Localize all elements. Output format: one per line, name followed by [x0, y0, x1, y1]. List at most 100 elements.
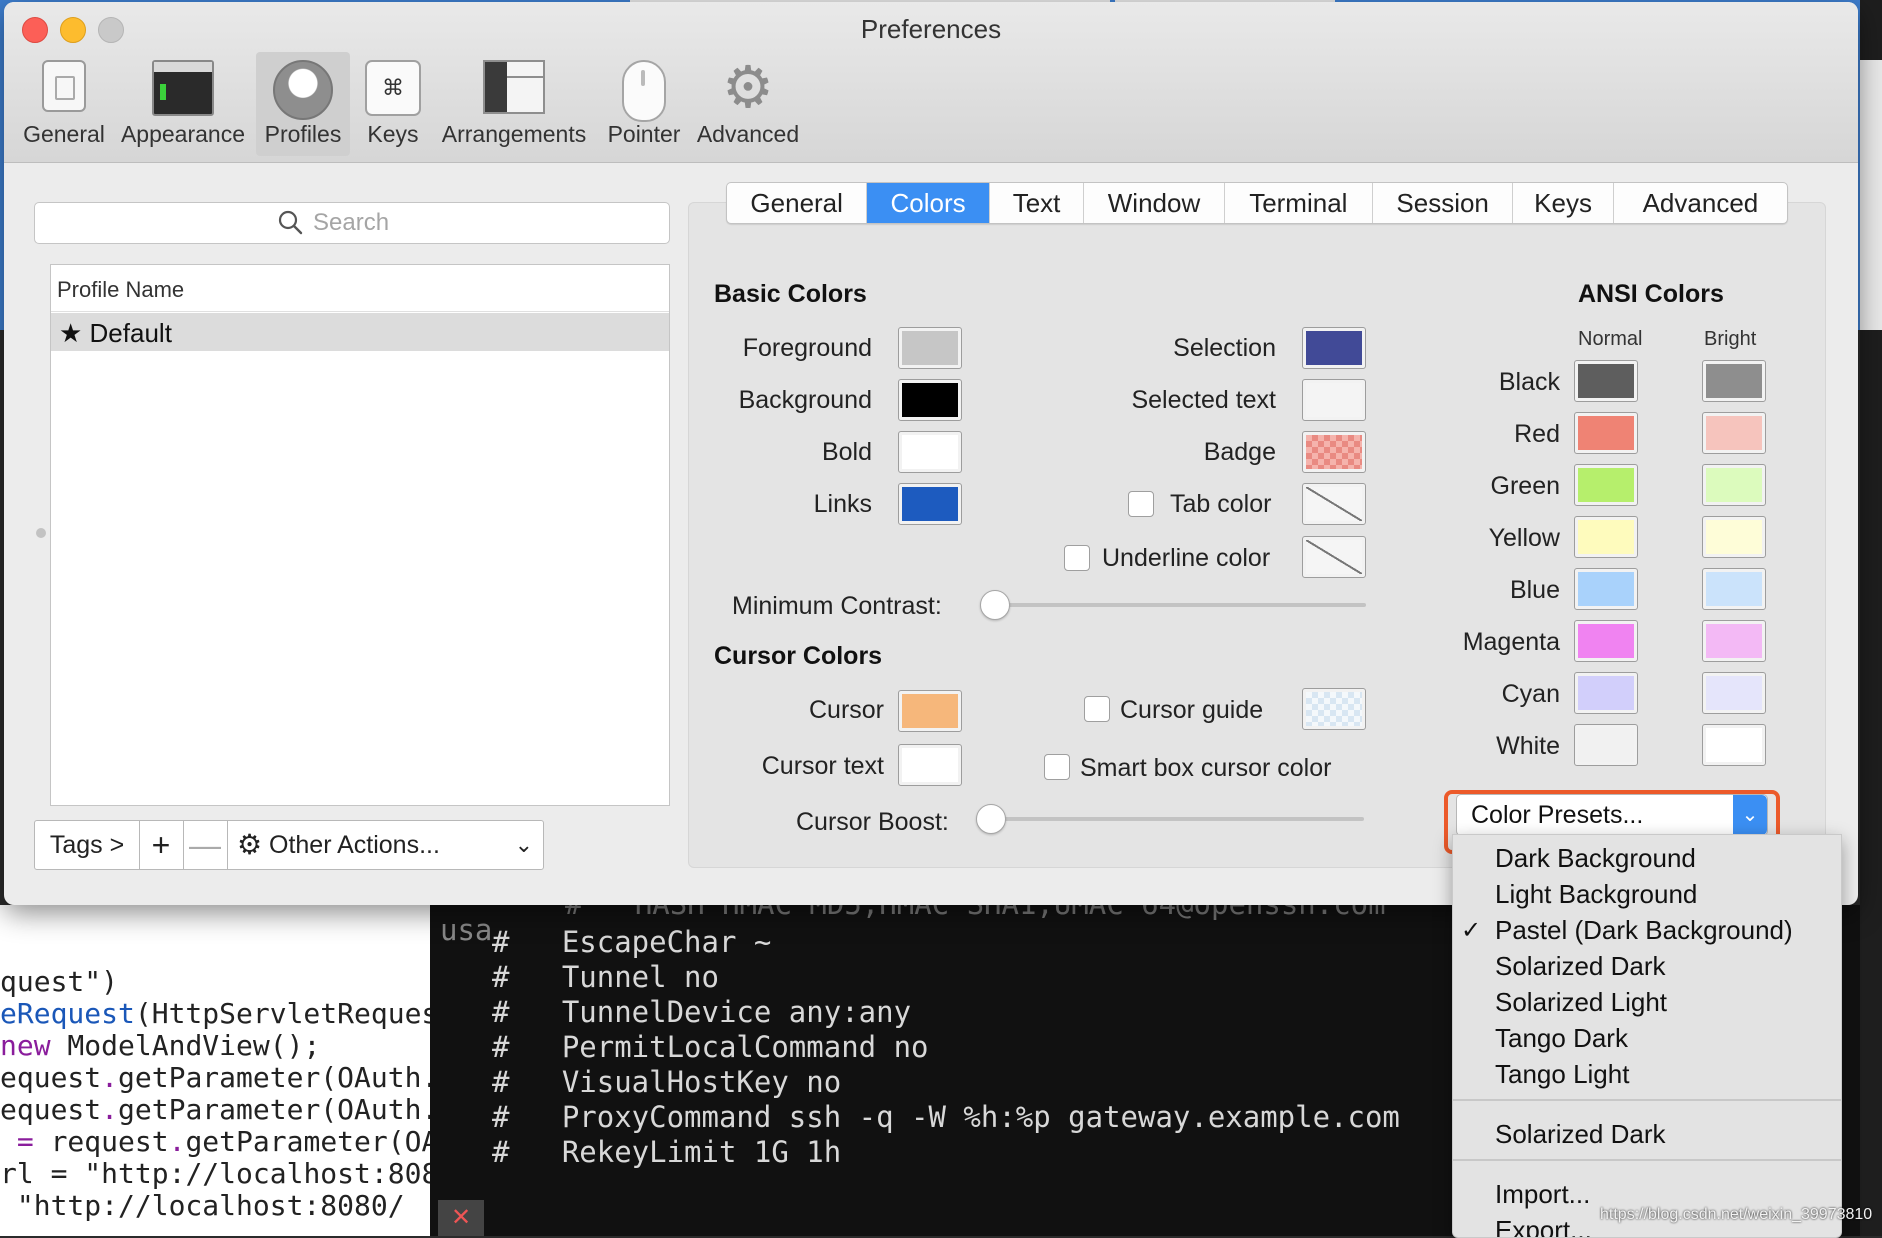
- tab-colors[interactable]: Colors: [867, 183, 990, 223]
- toolbar-pointer[interactable]: Pointer: [600, 52, 688, 156]
- profile-row[interactable]: ★ Default: [51, 313, 669, 351]
- selected-text-color-well[interactable]: [1302, 379, 1366, 421]
- underline-color-checkbox[interactable]: [1064, 545, 1090, 571]
- toolbar-keys[interactable]: ⌘ Keys: [358, 52, 428, 156]
- ansi-red-bright-well[interactable]: [1702, 412, 1766, 454]
- toolbar-label: Advanced: [696, 121, 800, 147]
- tab-keys[interactable]: Keys: [1513, 183, 1614, 223]
- tab-session[interactable]: Session: [1373, 183, 1514, 223]
- code-token: "http://localhost:8080/: [0, 1189, 405, 1222]
- code-token: getParameter(OAu: [185, 1125, 430, 1158]
- bold-color-well[interactable]: [898, 431, 962, 473]
- tab-advanced[interactable]: Advanced: [1614, 183, 1787, 223]
- other-actions-dropdown[interactable]: ⚙ Other Actions... ⌄: [227, 821, 543, 869]
- tab-text[interactable]: Text: [990, 183, 1085, 223]
- toolbar-advanced[interactable]: ⚙ Advanced: [692, 52, 804, 156]
- profiles-icon: [273, 60, 333, 120]
- code-line: = request.getParameter(OAu: [0, 1125, 430, 1158]
- ansi-blue-normal-well[interactable]: [1574, 568, 1638, 610]
- tab-window[interactable]: Window: [1084, 183, 1225, 223]
- ansi-yellow-bright-well[interactable]: [1702, 516, 1766, 558]
- cursor-text-color-well[interactable]: [898, 744, 962, 786]
- code-line: equest.getParameter(OAuth.C: [0, 1093, 430, 1126]
- preset-menu-item[interactable]: Solarized Dark: [1495, 1119, 1666, 1150]
- ansi-black-normal-well[interactable]: [1574, 360, 1638, 402]
- ansi-red-normal-well[interactable]: [1574, 412, 1638, 454]
- links-label: Links: [813, 490, 872, 518]
- toolbar-arrangements[interactable]: Arrangements: [434, 52, 594, 156]
- toolbar-profiles[interactable]: Profiles: [256, 52, 350, 156]
- tags-button[interactable]: Tags >: [35, 821, 140, 869]
- ansi-cyan-bright-well[interactable]: [1702, 672, 1766, 714]
- toolbar-general[interactable]: General: [18, 52, 110, 156]
- smart-box-cursor-checkbox[interactable]: [1044, 754, 1070, 780]
- code-token: "http://localhost:8080: [84, 1157, 430, 1190]
- tab-general[interactable]: General: [727, 183, 868, 223]
- links-color-well[interactable]: [898, 483, 962, 525]
- ansi-white-label: White: [1496, 732, 1560, 760]
- ansi-yellow-normal-well[interactable]: [1574, 516, 1638, 558]
- ansi-green-label: Green: [1490, 472, 1560, 500]
- add-profile-button[interactable]: +: [139, 821, 184, 869]
- close-icon[interactable]: ✕: [438, 1200, 484, 1236]
- cursor-color-well[interactable]: [898, 690, 962, 732]
- terminal-line: # RekeyLimit 1G 1h: [492, 1135, 842, 1169]
- profile-search-field[interactable]: [34, 202, 670, 244]
- terminal-line: # PermitLocalCommand no: [492, 1030, 929, 1064]
- tab-color-well[interactable]: [1302, 483, 1366, 525]
- tab-color-checkbox[interactable]: [1128, 491, 1154, 517]
- underline-color-well[interactable]: [1302, 536, 1366, 578]
- toolbar-appearance[interactable]: Appearance: [116, 52, 250, 156]
- split-handle[interactable]: [36, 528, 46, 538]
- ansi-magenta-normal-well[interactable]: [1574, 620, 1638, 662]
- search-icon: [278, 210, 303, 235]
- badge-color-well[interactable]: [1302, 431, 1366, 473]
- search-input[interactable]: [311, 207, 615, 239]
- ansi-magenta-bright-well[interactable]: [1702, 620, 1766, 662]
- ansi-black-bright-well[interactable]: [1702, 360, 1766, 402]
- code-token: ModelAndView();: [50, 1029, 321, 1062]
- selection-color-well[interactable]: [1302, 327, 1366, 369]
- ansi-green-normal-well[interactable]: [1574, 464, 1638, 506]
- preset-menu-item[interactable]: Light Background: [1495, 879, 1697, 910]
- terminal-line: # VisualHostKey no: [492, 1065, 842, 1099]
- cursor-guide-color-well[interactable]: [1302, 688, 1366, 730]
- code-token: equest: [0, 1093, 102, 1126]
- ansi-green-bright-well[interactable]: [1702, 464, 1766, 506]
- ansi-cyan-normal-well[interactable]: [1574, 672, 1638, 714]
- code-token: .: [101, 1061, 119, 1094]
- preset-menu-item[interactable]: Dark Background: [1495, 843, 1696, 874]
- cursor-boost-label: Cursor Boost:: [796, 808, 949, 836]
- remove-profile-button[interactable]: —: [183, 821, 228, 869]
- menu-separator: [1453, 1099, 1841, 1101]
- ansi-blue-bright-well[interactable]: [1702, 568, 1766, 610]
- preset-menu-item[interactable]: Solarized Light: [1495, 987, 1667, 1018]
- ansi-yellow-label: Yellow: [1488, 524, 1560, 552]
- terminal-line: # EscapeChar ~: [492, 925, 772, 959]
- preset-menu-item[interactable]: Pastel (Dark Background): [1495, 915, 1793, 946]
- profile-name-header[interactable]: Profile Name: [51, 265, 669, 312]
- preset-menu-item[interactable]: Tango Light: [1495, 1059, 1629, 1090]
- cursor-boost-knob[interactable]: [976, 804, 1006, 834]
- ansi-white-bright-well[interactable]: [1702, 724, 1766, 766]
- tab-terminal[interactable]: Terminal: [1225, 183, 1373, 223]
- minimum-contrast-knob[interactable]: [980, 590, 1010, 620]
- cursor-guide-label: Cursor guide: [1120, 696, 1264, 724]
- terminal-ghost-line: # HASH HMAC MD5,HMAC SHA1,UMAC 64@openss…: [565, 905, 1386, 921]
- preset-menu-item[interactable]: Import...: [1495, 1179, 1590, 1210]
- ansi-red-label: Red: [1514, 420, 1560, 448]
- code-editor: quest") eRequest(HttpServletRequest new Mo…: [0, 905, 430, 1236]
- ansi-white-normal-well[interactable]: [1574, 724, 1638, 766]
- foreground-color-well[interactable]: [898, 327, 962, 369]
- preset-menu-item[interactable]: Solarized Dark: [1495, 951, 1666, 982]
- code-token: getParameter(OAuth.: [118, 1093, 430, 1126]
- cursor-guide-checkbox[interactable]: [1084, 696, 1110, 722]
- color-presets-dropdown[interactable]: Color Presets... ⌄: [1456, 794, 1768, 836]
- background-color-well[interactable]: [898, 379, 962, 421]
- cursor-boost-slider[interactable]: [982, 817, 1364, 821]
- code-token: equest: [0, 1061, 102, 1094]
- preset-menu-item[interactable]: Tango Dark: [1495, 1023, 1628, 1054]
- minimum-contrast-slider[interactable]: [986, 603, 1366, 607]
- code-token: request: [50, 1125, 169, 1158]
- preset-menu-item[interactable]: Export...: [1495, 1215, 1592, 1237]
